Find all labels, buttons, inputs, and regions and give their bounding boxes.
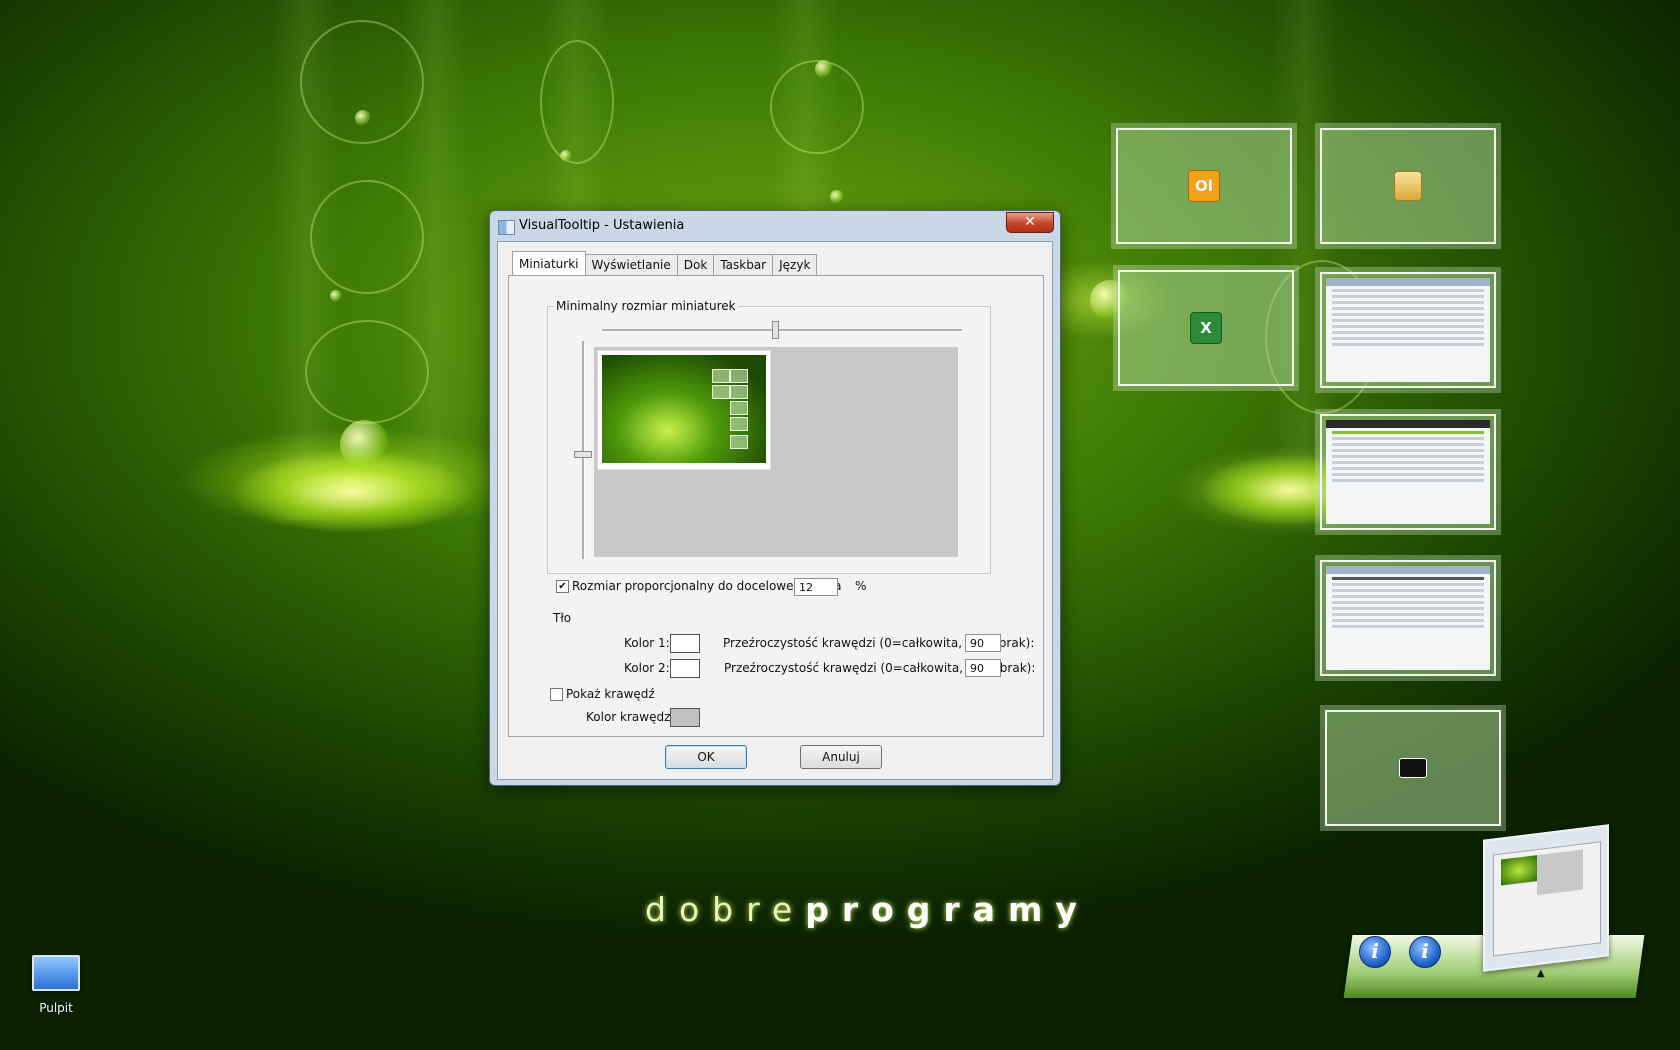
monitor-icon <box>32 955 80 991</box>
thumbnail-outlook[interactable]: Ol <box>1116 128 1292 244</box>
dialog-title: VisualTooltip - Ustawienia <box>519 218 685 233</box>
tab-dok[interactable]: Dok <box>677 254 715 277</box>
tab-jezyk[interactable]: Język <box>773 254 818 277</box>
width-slider-thumb[interactable] <box>772 321 779 339</box>
dialog-titlebar[interactable]: VisualTooltip - Ustawienia ✕ <box>490 211 1060 239</box>
close-button[interactable]: ✕ <box>1006 212 1054 233</box>
dialog-client-area: Miniaturki Wyświetlanie Dok Taskbar Języ… <box>497 241 1053 780</box>
border-color-label: Kolor krawędzi: <box>586 710 678 724</box>
desktop-icon-pulpit[interactable]: Pulpit <box>26 955 86 1015</box>
settings-dialog: VisualTooltip - Ustawienia ✕ Miniaturki … <box>489 210 1061 786</box>
close-icon: ✕ <box>1024 214 1036 230</box>
tab-panel-miniaturki: Minimalny rozmiar miniaturek ✔ Rozmiar p… <box>508 275 1044 737</box>
percent-unit: % <box>855 579 867 593</box>
thumbnail-folder[interactable] <box>1320 128 1496 244</box>
min-size-group-label: Minimalny rozmiar miniaturek <box>554 299 738 313</box>
info-icon[interactable]: i <box>1359 936 1391 968</box>
dock-window-preview[interactable] <box>1483 824 1609 972</box>
background-label: Tło <box>553 611 572 625</box>
check-icon: ✔ <box>558 581 567 592</box>
outlook-icon: Ol <box>1188 170 1220 202</box>
folder-icon <box>1394 171 1422 201</box>
mini-gray-area <box>1537 849 1583 896</box>
thumbnail-size-preview <box>594 347 958 557</box>
info-icon-glyph: i <box>1371 939 1379 963</box>
thumbnail-camera[interactable] <box>1325 710 1501 826</box>
glow-pedestal <box>232 452 472 532</box>
app-icon <box>498 220 515 235</box>
color2-label: Kolor 2: <box>624 661 670 675</box>
color2-swatch[interactable] <box>670 659 700 678</box>
excel-icon: X <box>1190 312 1222 344</box>
proportional-value-input[interactable]: 12 <box>794 578 838 596</box>
preview-screenshot <box>602 355 766 463</box>
chat-window-preview <box>1326 566 1490 670</box>
cancel-button[interactable]: Anuluj <box>800 745 882 769</box>
tab-strip: Miniaturki Wyświetlanie Dok Taskbar Języ… <box>512 251 818 279</box>
show-border-checkbox[interactable] <box>550 688 563 701</box>
show-border-label: Pokaż krawędź <box>566 687 655 701</box>
brand-logo-text: dobreprogramy <box>645 890 1090 929</box>
border-color-swatch[interactable] <box>670 708 700 727</box>
bubble-decoration <box>560 150 572 162</box>
preview-thumbnail <box>598 351 770 469</box>
thumbnail-excel[interactable]: X <box>1118 270 1294 386</box>
swirl-decoration <box>305 320 429 424</box>
proportional-checkbox[interactable]: ✔ <box>556 580 569 593</box>
ok-button[interactable]: OK <box>665 745 747 769</box>
bubble-decoration <box>355 110 371 126</box>
info-icon-glyph: i <box>1421 939 1429 963</box>
thumbnail-chat-window[interactable] <box>1320 560 1496 676</box>
tab-taskbar[interactable]: Taskbar <box>714 254 774 277</box>
dock-arrow-icon[interactable]: ▲ <box>1537 968 1545 979</box>
mini-screenshot <box>1501 855 1537 886</box>
desktop-icon-label: Pulpit <box>39 1001 73 1015</box>
thumbnail-browser-window[interactable] <box>1320 414 1496 530</box>
transparency2-input[interactable]: 90 <box>965 659 1001 677</box>
thumbnail-explorer-window[interactable] <box>1320 272 1496 388</box>
width-slider[interactable] <box>602 321 962 339</box>
color1-swatch[interactable] <box>670 634 700 653</box>
height-slider[interactable] <box>574 341 592 559</box>
bubble-decoration <box>330 290 342 302</box>
swirl-decoration <box>310 180 424 294</box>
excel-icon-glyph: X <box>1200 319 1212 337</box>
brand-bold-text: programy <box>805 890 1090 929</box>
transparency1-input[interactable]: 90 <box>965 634 1001 652</box>
camera-icon <box>1399 758 1427 778</box>
outlook-icon-glyph: Ol <box>1195 177 1213 195</box>
height-slider-thumb[interactable] <box>574 451 592 458</box>
tab-wyswietlanie[interactable]: Wyświetlanie <box>585 254 678 277</box>
swirl-decoration <box>540 40 614 164</box>
bubble-decoration <box>830 190 844 204</box>
explorer-window-preview <box>1326 278 1490 382</box>
info-icon[interactable]: i <box>1409 936 1441 968</box>
brand-light-text: dobre <box>645 890 806 929</box>
min-size-group: Minimalny rozmiar miniaturek <box>547 299 991 574</box>
bubble-decoration <box>815 60 833 78</box>
browser-window-preview <box>1326 420 1490 524</box>
color1-label: Kolor 1: <box>624 636 670 650</box>
